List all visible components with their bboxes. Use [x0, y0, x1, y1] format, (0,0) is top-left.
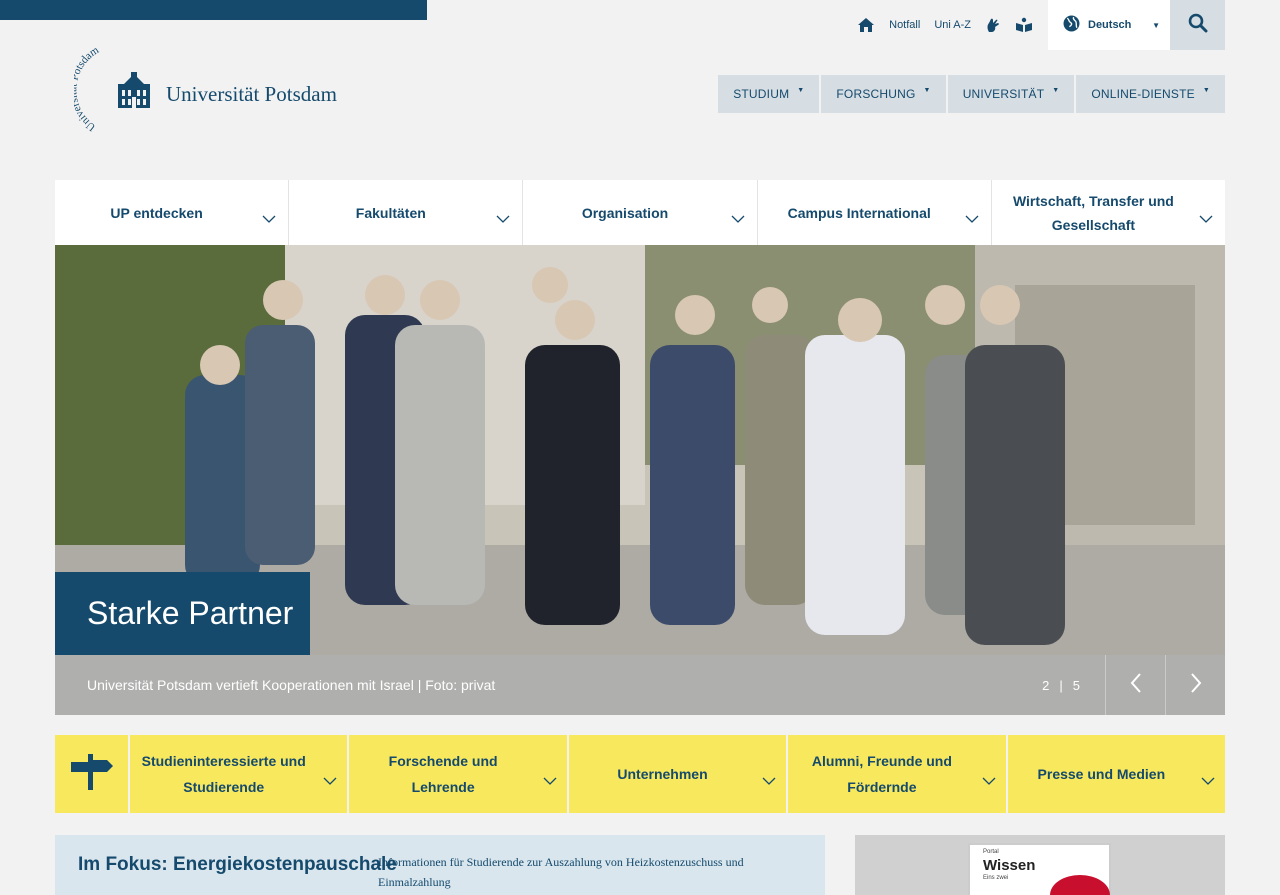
sub-nav-label: Organisation [581, 204, 669, 221]
sub-nav-label: Fakultäten [355, 204, 426, 221]
slide-separator: | [1059, 677, 1063, 693]
slide-counter: 2 | 5 [1042, 678, 1080, 693]
hero-caption: Universität Potsdam vertieft Kooperation… [87, 677, 496, 693]
sub-nav-up-entdecken[interactable]: UP entdecken [55, 180, 290, 245]
sign-language-link[interactable] [978, 0, 1008, 50]
signpost-icon [69, 752, 115, 797]
slide-current: 2 [1042, 677, 1050, 693]
university-seal-icon: Universität Potsdam [67, 44, 152, 141]
chevron-down-icon [965, 207, 979, 231]
sub-nav-label: UP entdecken [110, 204, 203, 221]
chevron-down-icon [762, 768, 776, 794]
chevron-down-icon [1201, 768, 1215, 794]
easy-language-icon [1015, 17, 1033, 33]
main-nav-label: UNIVERSITÄT [962, 87, 1045, 101]
search-button[interactable] [1170, 0, 1225, 50]
teaser-sub-text: Eins zwei [983, 875, 1009, 881]
target-forschende[interactable]: Forschende und Lehrende [349, 735, 567, 813]
main-nav-label: FORSCHUNG [836, 87, 916, 101]
main-nav-label: STUDIUM [733, 87, 790, 101]
slider-prev-button[interactable] [1105, 655, 1165, 715]
search-icon [1188, 13, 1208, 38]
target-presse[interactable]: Presse und Medien [1007, 735, 1226, 813]
hero-slider: Starke Partner Universität Potsdam verti… [55, 245, 1225, 715]
teaser-graphic [1050, 875, 1110, 895]
chevron-left-icon [1130, 672, 1142, 699]
easy-language-link[interactable] [1008, 0, 1040, 50]
caret-down-icon: ▼ [1052, 86, 1060, 94]
sub-nav-label: Wirtschaft, Transfer und Gesellschaft [1012, 192, 1174, 233]
target-unternehmen[interactable]: Unternehmen [568, 735, 787, 813]
main-nav-universitaet[interactable]: UNIVERSITÄT ▼ [947, 75, 1075, 113]
target-label: Unternehmen [617, 766, 708, 782]
target-label: Alumni, Freunde und Fördernde [811, 753, 952, 795]
portal-wissen-teaser[interactable]: Portal Wissen Eins zwei [855, 835, 1225, 895]
chevron-down-icon [262, 207, 276, 231]
chevron-down-icon [731, 207, 745, 231]
uni-az-link[interactable]: Uni A-Z [927, 0, 978, 50]
home-link[interactable] [850, 0, 882, 50]
caret-down-icon: ▼ [797, 86, 805, 94]
university-logo[interactable]: Universität Potsdam Universität Potsdam [67, 44, 337, 141]
focus-title: Im Fokus: Energiekostenpauschale [78, 854, 397, 875]
logo-title: Universität Potsdam [166, 82, 337, 106]
globe-icon [1063, 15, 1080, 35]
sub-nav-campus-international[interactable]: Campus International [758, 180, 992, 245]
chevron-down-icon [1199, 207, 1213, 231]
chevron-down-icon [323, 768, 337, 794]
notfall-link[interactable]: Notfall [882, 0, 927, 50]
caret-down-icon: ▼ [1152, 20, 1160, 30]
target-label: Forschende und Lehrende [388, 753, 498, 795]
main-nav-studium[interactable]: STUDIUM ▼ [718, 75, 820, 113]
language-label: Deutsch [1088, 19, 1132, 31]
chevron-down-icon [496, 207, 510, 231]
focus-teaser[interactable]: Im Fokus: Energiekostenpauschale Informa… [55, 835, 825, 895]
target-group-nav: Studieninteressierte und Studierende For… [55, 735, 1226, 813]
target-label: Studieninteressierte und Studierende [141, 753, 306, 795]
main-nav-online-dienste[interactable]: ONLINE-DIENSTE ▼ [1076, 75, 1225, 113]
teaser-small-text: Portal [983, 849, 999, 855]
focus-text: Informationen für Studierende zur Auszah… [378, 855, 744, 889]
chevron-down-icon [543, 768, 557, 794]
top-accent-bar [0, 0, 427, 20]
slide-total: 5 [1072, 677, 1080, 693]
main-nav-label: ONLINE-DIENSTE [1091, 87, 1195, 101]
sub-nav-wirtschaft[interactable]: Wirtschaft, Transfer und Gesellschaft [992, 180, 1225, 245]
caret-down-icon: ▼ [1202, 86, 1210, 94]
service-bar: Notfall Uni A-Z Deutsch ▼ [850, 0, 1225, 50]
hero-caption-bar: Universität Potsdam vertieft Kooperation… [55, 655, 1225, 715]
teaser-word: Wissen [983, 857, 1036, 874]
sub-nav-label: Campus International [787, 204, 931, 221]
home-icon [857, 17, 875, 33]
chevron-down-icon [982, 768, 996, 794]
main-nav-forschung[interactable]: FORSCHUNG ▼ [821, 75, 946, 113]
target-label: Presse und Medien [1037, 766, 1166, 782]
target-group-icon-tile [55, 735, 128, 813]
portal-wissen-cover: Portal Wissen Eins zwei [968, 843, 1111, 895]
sub-nav: UP entdecken Fakultäten Organisation Cam… [55, 180, 1225, 245]
sub-nav-organisation[interactable]: Organisation [523, 180, 758, 245]
hero-title: Starke Partner [55, 572, 310, 655]
sign-language-icon [985, 17, 1001, 33]
language-selector[interactable]: Deutsch ▼ [1048, 0, 1170, 50]
svg-text:Universität Potsdam: Universität Potsdam [74, 48, 101, 133]
target-studierende[interactable]: Studieninteressierte und Studierende [130, 735, 348, 813]
main-nav: STUDIUM ▼ FORSCHUNG ▼ UNIVERSITÄT ▼ ONLINE-… [718, 75, 1225, 113]
target-alumni[interactable]: Alumni, Freunde und Fördernde [788, 735, 1006, 813]
slider-next-button[interactable] [1165, 655, 1225, 715]
sub-nav-fakultaeten[interactable]: Fakultäten [289, 180, 524, 245]
chevron-right-icon [1190, 672, 1202, 699]
caret-down-icon: ▼ [923, 86, 931, 94]
